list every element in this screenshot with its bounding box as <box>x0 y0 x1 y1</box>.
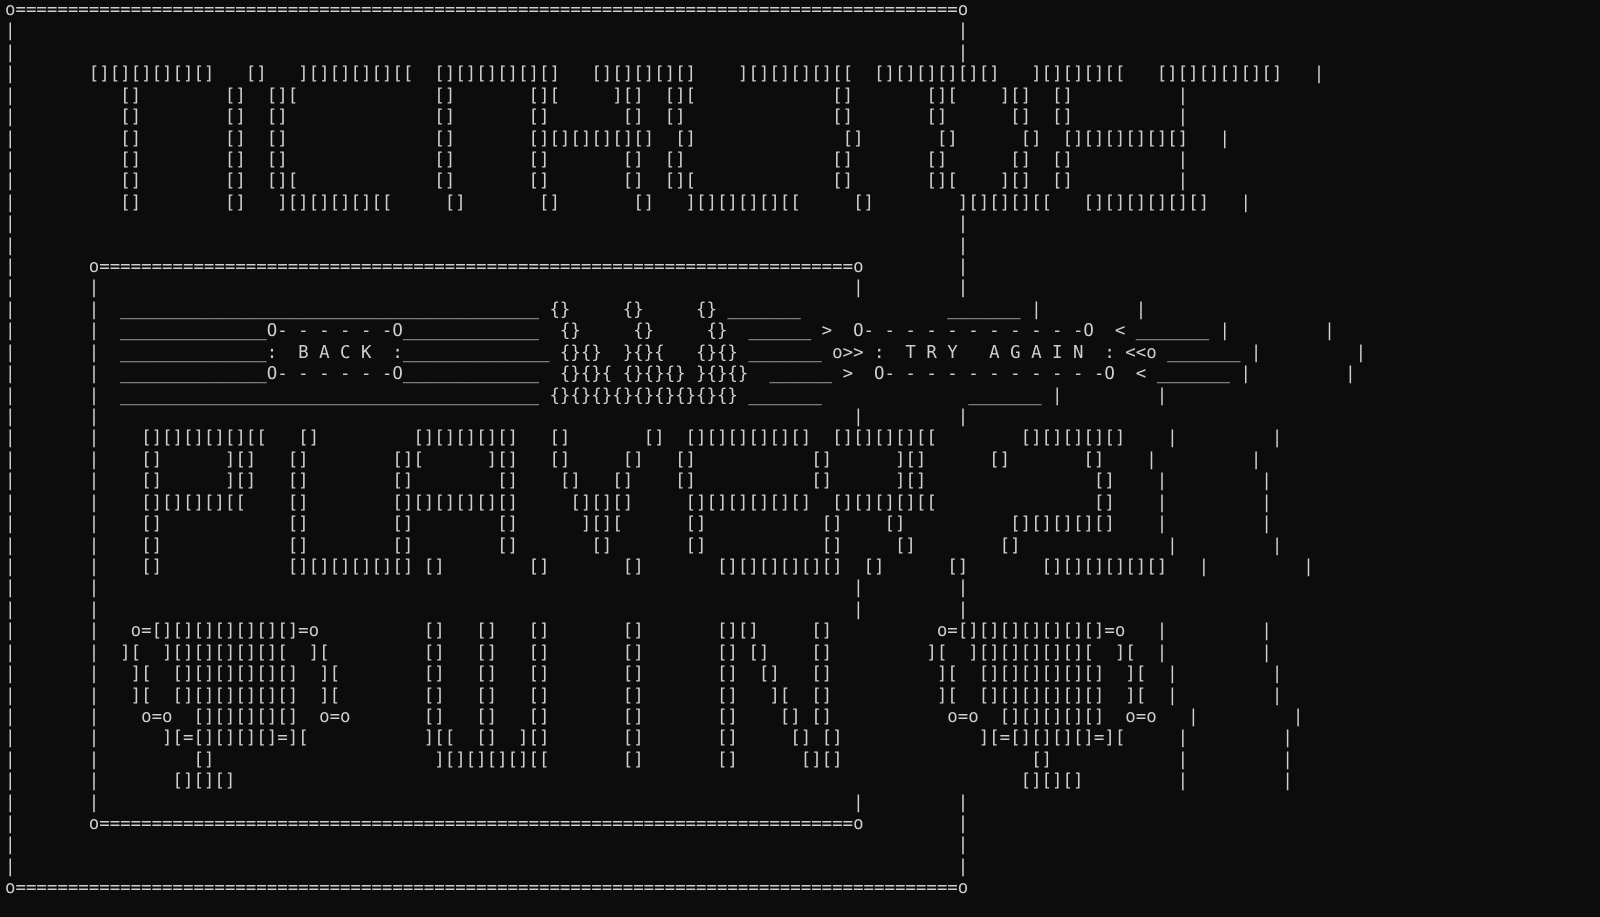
result-panel-line: | | | | <box>5 792 969 813</box>
trophy-win-art: | | ][=[][][][]=][ ][[ [] ][] [] [] [] [… <box>5 728 1293 749</box>
trophy-win-art: | | [] ][][][][][[ [] [] [][] [] | | <box>5 749 1293 770</box>
title-tic-tac-toe-art: | [] [] [][ [] [] [] [][ [] [][ ][] [] | <box>5 171 1189 192</box>
player2-art: | | [] [] [] [] [] [] [] [] [] | | <box>5 535 1283 556</box>
blank-line: | | <box>5 214 969 235</box>
back-button-row[interactable]: | | ______________O- - - - - -O_________… <box>5 364 1600 385</box>
player2-art: | | [][][][][][[ [] [][][][][] [] [] [][… <box>5 428 1283 449</box>
player2-art: | | [] ][] [] [][ ][] [] [] [] [] ][] []… <box>5 449 1262 470</box>
player2-art: | | [] ][] [] [] [] [] [] [] [] ][] [] |… <box>5 471 1272 492</box>
trophy-win-art: | | o=o [][][][][] o=o [] [] [] [] [] []… <box>5 706 1304 727</box>
title-tic-tac-toe-art: | [] [] [] [] [] [] [] [] [] [] [] | <box>5 149 1189 170</box>
trophy-win-art: | | [][][] [][][] | | <box>5 771 1293 792</box>
back-button-row[interactable]: | | ____________________________________… <box>5 300 1600 321</box>
frame-bottom-border: o=======================================… <box>5 878 969 899</box>
back-button-row[interactable]: | | ____________________________________… <box>5 386 1600 407</box>
title-tic-tac-toe-art: | [][][][][][] [] ][][][][][[ [][][][][]… <box>5 64 1325 85</box>
player2-art: | | [][][][][[ [] [][][][][][] [][][] []… <box>5 492 1272 513</box>
result-panel-line: | | | | <box>5 578 969 599</box>
result-panel-line: | | | | <box>5 407 969 428</box>
title-tic-tac-toe-art: | [] [] ][][][][][[ [] [] [] ][][][][][[… <box>5 192 1251 213</box>
frame-top-border: o=======================================… <box>5 0 969 20</box>
back-button-row[interactable]: | | ______________O- - - - - -O_________… <box>5 321 1600 342</box>
terminal-window: o=======================================… <box>0 0 1600 917</box>
blank-line: | | <box>5 21 969 42</box>
trophy-win-art: | | ][ [][][][][][] ][ [] [] [] [] [] ][… <box>5 685 1283 706</box>
result-panel-bottom-border: | o=====================================… <box>5 814 969 835</box>
player2-art: | | [] [] [] [] ][][ [] [] [] [][][][][]… <box>5 514 1272 535</box>
blank-line: | | <box>5 856 969 877</box>
title-tic-tac-toe-art: | [] [] [] [] [] [] [] [] [] [] [] | <box>5 107 1189 128</box>
result-panel-line: | | | | <box>5 599 969 620</box>
result-panel-top-border: | o=====================================… <box>5 257 969 278</box>
back-and-try-again-buttons[interactable]: | | ______________: B A C K :___________… <box>5 343 1600 364</box>
blank-line: | | <box>5 235 969 256</box>
result-panel-line: | | | | <box>5 278 969 299</box>
trophy-win-art: | | o=[][][][][][][]=o [] [] [] [] [][] … <box>5 621 1272 642</box>
title-tic-tac-toe-art: | [] [] [][ [] [][ ][] [][ [] [][ ][] []… <box>5 85 1189 106</box>
title-tic-tac-toe-art: | [] [] [] [] [][][][][][] [] [] [] [] [… <box>5 128 1230 149</box>
blank-line: | | <box>5 42 969 63</box>
trophy-win-art: | | ][ [][][][][][] ][ [] [] [] [] [] []… <box>5 664 1283 685</box>
blank-line: | | <box>5 835 969 856</box>
player2-art: | | [] [][][][][][] [] [] [] [][][][][][… <box>5 556 1314 577</box>
trophy-win-art: | | ][ ][][][][][][ ][ [] [] [] [] [] []… <box>5 642 1272 663</box>
